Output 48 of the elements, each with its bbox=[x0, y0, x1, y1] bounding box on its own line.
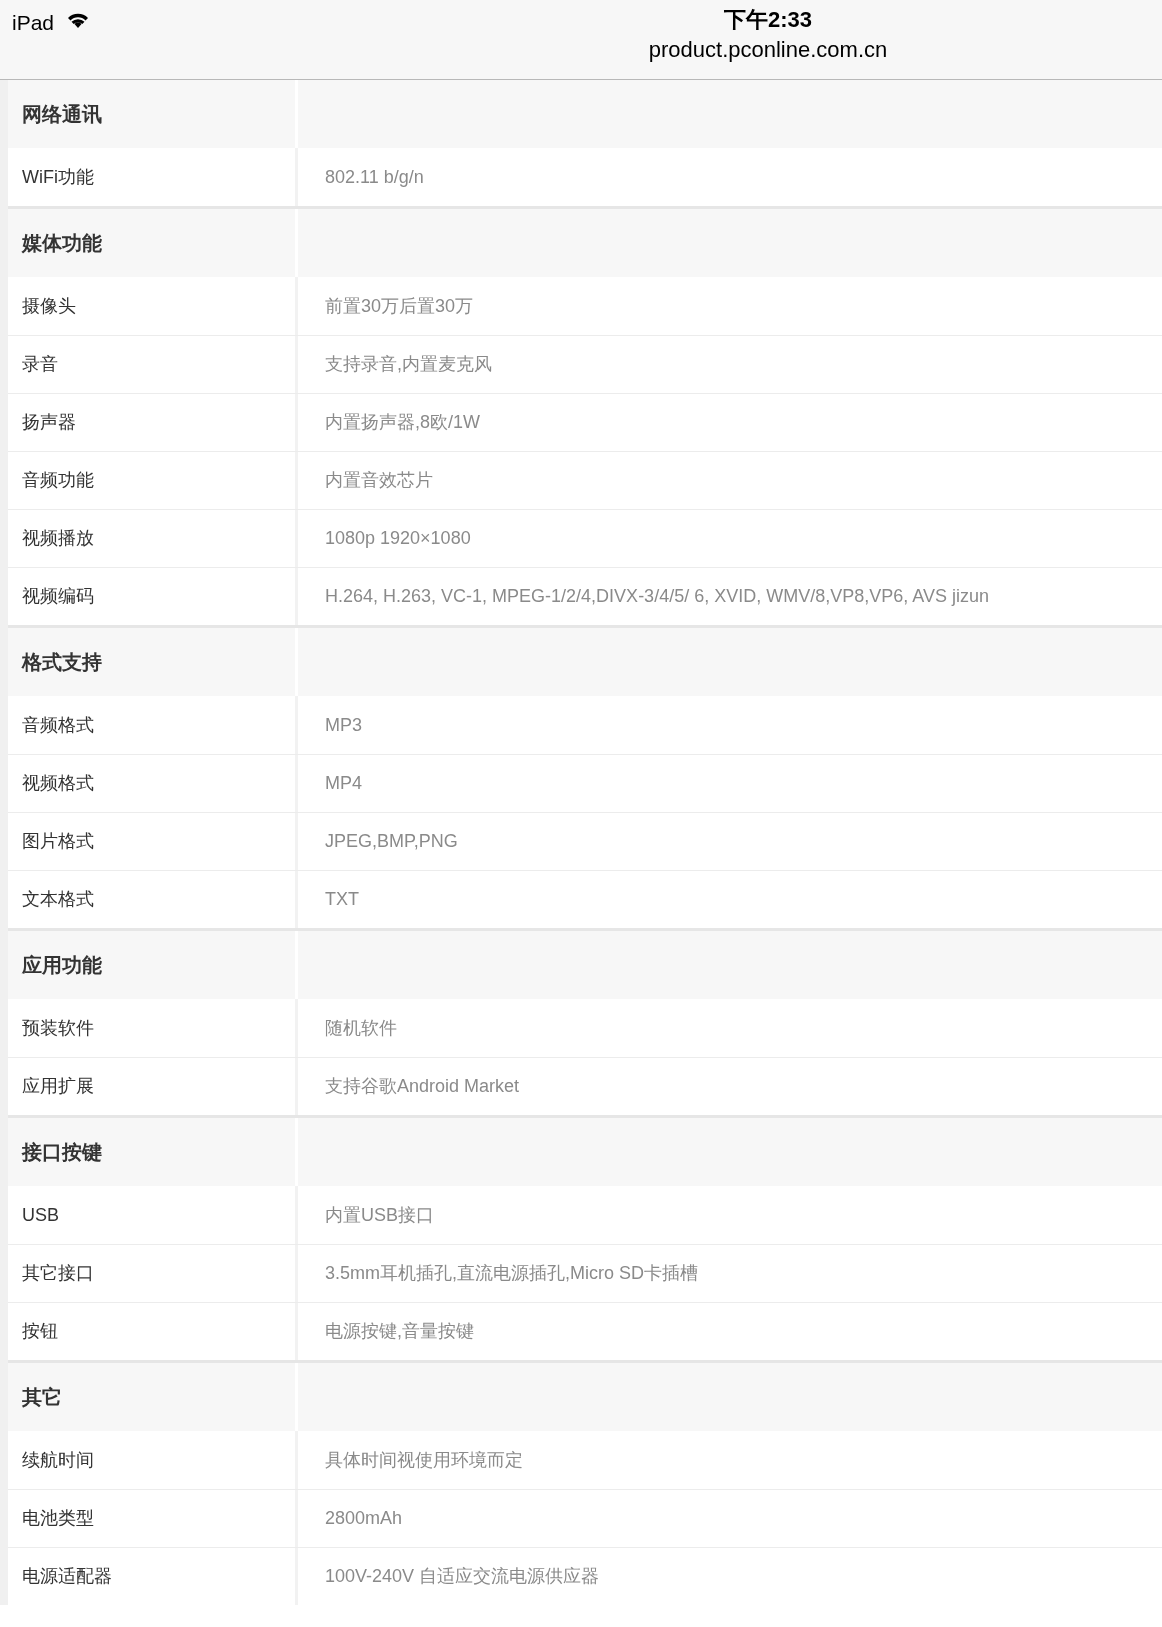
spec-label: 视频播放 bbox=[22, 527, 94, 550]
page-url[interactable]: product.pconline.com.cn bbox=[648, 35, 888, 65]
spec-label: 视频编码 bbox=[22, 585, 94, 608]
device-name: iPad bbox=[12, 10, 55, 36]
wifi-icon bbox=[66, 11, 91, 29]
spec-value: 内置音效芯片 bbox=[325, 469, 433, 492]
spec-value: 内置扬声器,8欧/1W bbox=[325, 411, 480, 434]
spec-value: H.264, H.263, VC-1, MPEG-1/2/4,DIVX-3/4/5/ 6, XVID, WMV/8,VP8,VP6, AVS jizun bbox=[325, 585, 989, 608]
section-heading: 应用功能 bbox=[22, 953, 102, 978]
spec-label: 续航时间 bbox=[22, 1448, 94, 1472]
spec-label: 按钮 bbox=[22, 1320, 58, 1343]
spec-value: 802.11 b/g/n bbox=[325, 165, 424, 189]
spec-value: 支持谷歌Android Market bbox=[325, 1075, 520, 1098]
spec-label: 摄像头 bbox=[22, 294, 76, 318]
section-heading: 媒体功能 bbox=[22, 231, 102, 256]
spec-value: 100V-240V 自适应交流电源供应器 bbox=[325, 1565, 600, 1588]
spec-value: JPEG,BMP,PNG bbox=[325, 830, 458, 853]
spec-label: 文本格式 bbox=[22, 888, 94, 911]
spec-label: WiFi功能 bbox=[22, 165, 94, 189]
spec-value: 具体时间视使用环境而定 bbox=[325, 1448, 523, 1472]
clock-time: 下午2:33 bbox=[723, 6, 812, 34]
spec-value: 随机软件 bbox=[325, 1016, 397, 1040]
spec-label: 音频格式 bbox=[22, 713, 94, 737]
spec-value: 前置30万后置30万 bbox=[325, 294, 474, 318]
spec-label: 扬声器 bbox=[22, 411, 76, 434]
spec-label: 其它接口 bbox=[22, 1262, 94, 1285]
spec-value: 2800mAh bbox=[325, 1507, 403, 1530]
spec-value: 1080p 1920×1080 bbox=[325, 527, 471, 550]
spec-value: 电源按键,音量按键 bbox=[325, 1320, 474, 1343]
spec-label: 录音 bbox=[22, 353, 58, 376]
spec-label: 电源适配器 bbox=[22, 1565, 112, 1588]
spec-label: 视频格式 bbox=[22, 772, 94, 795]
spec-label: 图片格式 bbox=[22, 830, 94, 853]
section-heading: 网络通讯 bbox=[22, 102, 102, 127]
spec-label: 预装软件 bbox=[22, 1016, 94, 1040]
section-heading: 接口按键 bbox=[22, 1140, 102, 1165]
spec-value: 内置USB接口 bbox=[325, 1203, 434, 1227]
section-heading: 格式支持 bbox=[22, 650, 102, 675]
section-heading: 其它 bbox=[22, 1385, 62, 1410]
spec-label: 应用扩展 bbox=[22, 1075, 94, 1098]
spec-label: 电池类型 bbox=[22, 1507, 94, 1530]
spec-value: 支持录音,内置麦克风 bbox=[325, 353, 492, 376]
spec-value: TXT bbox=[325, 888, 359, 911]
spec-value: MP3 bbox=[325, 713, 362, 737]
spec-label: 音频功能 bbox=[22, 469, 94, 492]
spec-label: USB bbox=[22, 1203, 59, 1227]
spec-value: 3.5mm耳机插孔,直流电源插孔,Micro SD卡插槽 bbox=[325, 1262, 699, 1285]
spec-value: MP4 bbox=[325, 772, 362, 795]
